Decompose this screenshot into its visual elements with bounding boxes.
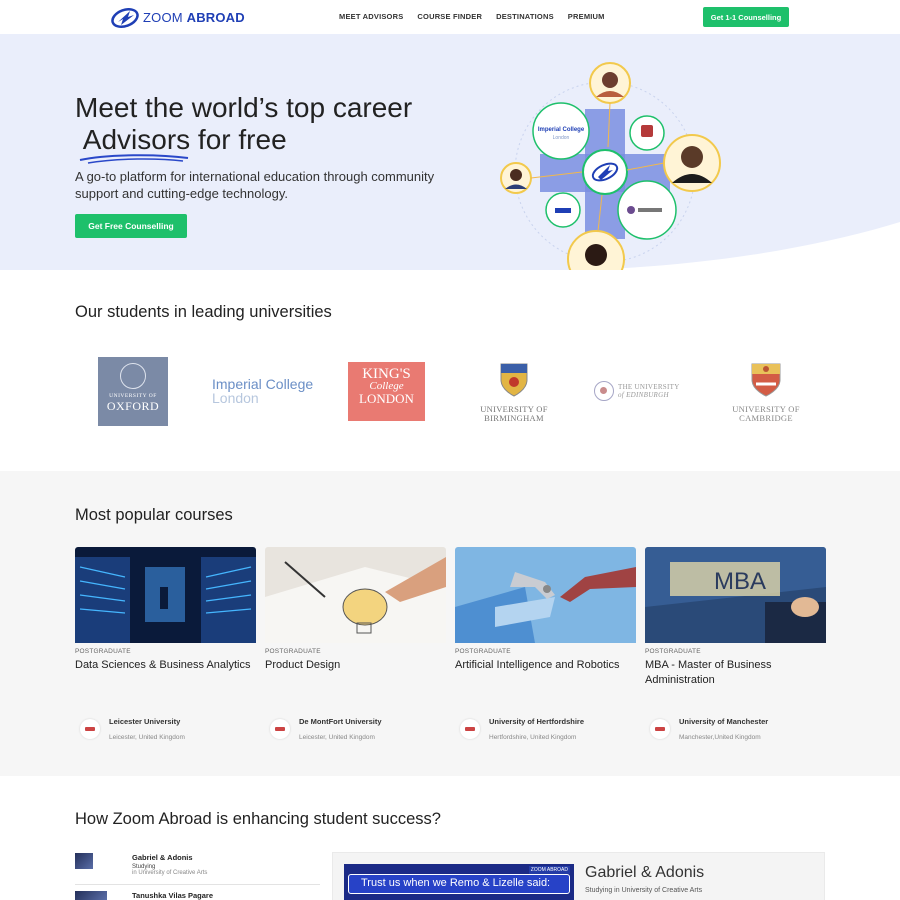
cambridge-logo: UNIVERSITY OF CAMBRIDGE xyxy=(730,362,802,423)
birmingham-logo-line2: BIRMINGHAM xyxy=(484,413,544,423)
featured-student-name: Gabriel & Adonis xyxy=(585,864,705,881)
hero-title-highlight: Advisors xyxy=(82,124,191,155)
student-list-item[interactable]: Gabriel & Adonis Studying in University … xyxy=(75,853,207,876)
course-level: POSTGRADUATE xyxy=(645,648,701,655)
course-title[interactable]: MBA - Master of Business Administration xyxy=(645,658,826,690)
student-thumbnail xyxy=(75,853,93,869)
university-name: University of Manchester xyxy=(679,717,769,726)
success-section-title: How Zoom Abroad is enhancing student suc… xyxy=(75,810,441,828)
university-location: Hertfordshire, United Kingdom xyxy=(489,734,577,741)
course-image-product-design xyxy=(265,547,446,643)
course-university[interactable]: University of Hertfordshire Hertfordshir… xyxy=(460,717,584,741)
cambridge-shield-icon xyxy=(751,363,781,397)
birmingham-shield-icon xyxy=(500,363,528,397)
nav-link-meet-advisors[interactable]: MEET ADVISORS xyxy=(339,12,403,21)
course-image-robotics xyxy=(455,547,636,643)
nav-link-premium[interactable]: PREMIUM xyxy=(568,12,605,21)
birmingham-logo: UNIVERSITY OF BIRMINGHAM xyxy=(478,362,550,423)
student-university: in University of Creative Arts xyxy=(132,870,208,876)
edinburgh-seal-icon xyxy=(594,381,614,401)
hero-section: Meet the world’s top career Advisors for… xyxy=(0,34,900,270)
university-name: Leicester University xyxy=(109,717,181,726)
nav-link-course-finder[interactable]: COURSE FINDER xyxy=(417,12,482,21)
course-university[interactable]: De MontFort University Leicester, United… xyxy=(270,717,382,741)
course-university[interactable]: University of Manchester Manchester,Unit… xyxy=(650,717,768,741)
university-logo-icon xyxy=(270,719,290,739)
advisor-network-graphic: Imperial College London xyxy=(500,62,721,270)
oxford-logo: UNIVERSITY OF OXFORD xyxy=(98,357,168,426)
hero-subtitle: A go-to platform for international educa… xyxy=(75,169,435,201)
graphic-imperial-label: Imperial College xyxy=(538,127,585,133)
nav-link-destinations[interactable]: DESTINATIONS xyxy=(496,12,554,21)
kings-college-logo: KING'S College LONDON xyxy=(348,362,425,421)
universities-section-title: Our students in leading universities xyxy=(75,303,332,321)
brand-logo[interactable]: ZOOM ABROAD xyxy=(110,5,245,29)
student-thumbnail xyxy=(75,891,107,900)
course-level: POSTGRADUATE xyxy=(455,648,511,655)
list-divider xyxy=(75,884,320,885)
imperial-logo: Imperial College London xyxy=(212,377,313,405)
video-brand-logo: ZOOM ABROAD xyxy=(528,866,570,874)
graphic-imperial-label-2: London xyxy=(553,135,570,141)
zoom-abroad-logo-icon xyxy=(111,8,139,28)
course-image-mba: MBA xyxy=(645,547,826,643)
course-card[interactable]: MBA POSTGRADUATE MBA - Master of Busines… xyxy=(645,547,826,741)
university-name: De MontFort University xyxy=(299,717,382,726)
course-title[interactable]: Product Design xyxy=(265,658,446,690)
course-title[interactable]: Artificial Intelligence and Robotics xyxy=(455,658,636,690)
course-level: POSTGRADUATE xyxy=(265,648,321,655)
university-name: University of Hertfordshire xyxy=(489,717,585,726)
oxford-logo-line2: OXFORD xyxy=(106,399,160,413)
oxford-crest-icon xyxy=(120,363,146,389)
edinburgh-logo-line2: of EDINBURGH xyxy=(618,391,669,399)
student-name: Tanushka Vilas Pagare xyxy=(132,891,214,900)
course-card[interactable]: POSTGRADUATE Artificial Intelligence and… xyxy=(455,547,636,741)
course-card[interactable]: POSTGRADUATE Product Design De MontFort … xyxy=(265,547,446,741)
top-navbar: ZOOM ABROAD MEET ADVISORS COURSE FINDER … xyxy=(0,0,900,34)
hero-title: Meet the world’s top career Advisors for… xyxy=(75,92,413,155)
nav-links: MEET ADVISORS COURSE FINDER DESTINATIONS… xyxy=(339,12,605,21)
imperial-logo-line2: London xyxy=(212,390,259,406)
cambridge-logo-line2: CAMBRIDGE xyxy=(739,413,793,423)
testimonial-video[interactable]: ZOOM ABROAD Trust us when we Remo & Lize… xyxy=(344,864,574,900)
brand-name: ZOOM ABROAD xyxy=(143,9,245,25)
kings-logo-line1: KING'S xyxy=(362,366,411,382)
university-logo-icon xyxy=(650,719,670,739)
edinburgh-logo: THE UNIVERSITY of EDINBURGH xyxy=(594,381,680,401)
mba-image-text: MBA xyxy=(714,568,766,595)
imperial-logo-line1: Imperial College xyxy=(212,376,314,392)
course-university[interactable]: Leicester University Leicester, United K… xyxy=(80,717,185,741)
kings-logo-line3: LONDON xyxy=(359,391,414,406)
highlight-underline-decoration xyxy=(79,154,189,164)
course-card[interactable]: POSTGRADUATE Data Sciences & Business An… xyxy=(75,547,256,741)
course-image-data-center xyxy=(75,547,256,643)
university-location: Manchester,United Kingdom xyxy=(679,734,761,741)
video-title-banner: Trust us when we Remo & Lizelle said: xyxy=(348,874,570,894)
course-title[interactable]: Data Sciences & Business Analytics xyxy=(75,658,256,690)
student-list-item[interactable]: Tanushka Vilas Pagare xyxy=(75,891,213,900)
university-location: Leicester, United Kingdom xyxy=(299,734,375,741)
university-location: Leicester, United Kingdom xyxy=(109,734,185,741)
course-level: POSTGRADUATE xyxy=(75,648,131,655)
counselling-button[interactable]: Get 1-1 Counselling xyxy=(703,7,789,27)
get-free-counselling-button[interactable]: Get Free Counselling xyxy=(75,214,187,238)
student-name: Gabriel & Adonis xyxy=(132,853,193,862)
courses-section-title: Most popular courses xyxy=(75,506,233,524)
edinburgh-logo-line1: THE UNIVERSITY xyxy=(618,383,680,391)
university-logo-icon xyxy=(80,719,100,739)
featured-student-sub: Studying in University of Creative Arts xyxy=(585,887,703,894)
university-logo-icon xyxy=(460,719,480,739)
